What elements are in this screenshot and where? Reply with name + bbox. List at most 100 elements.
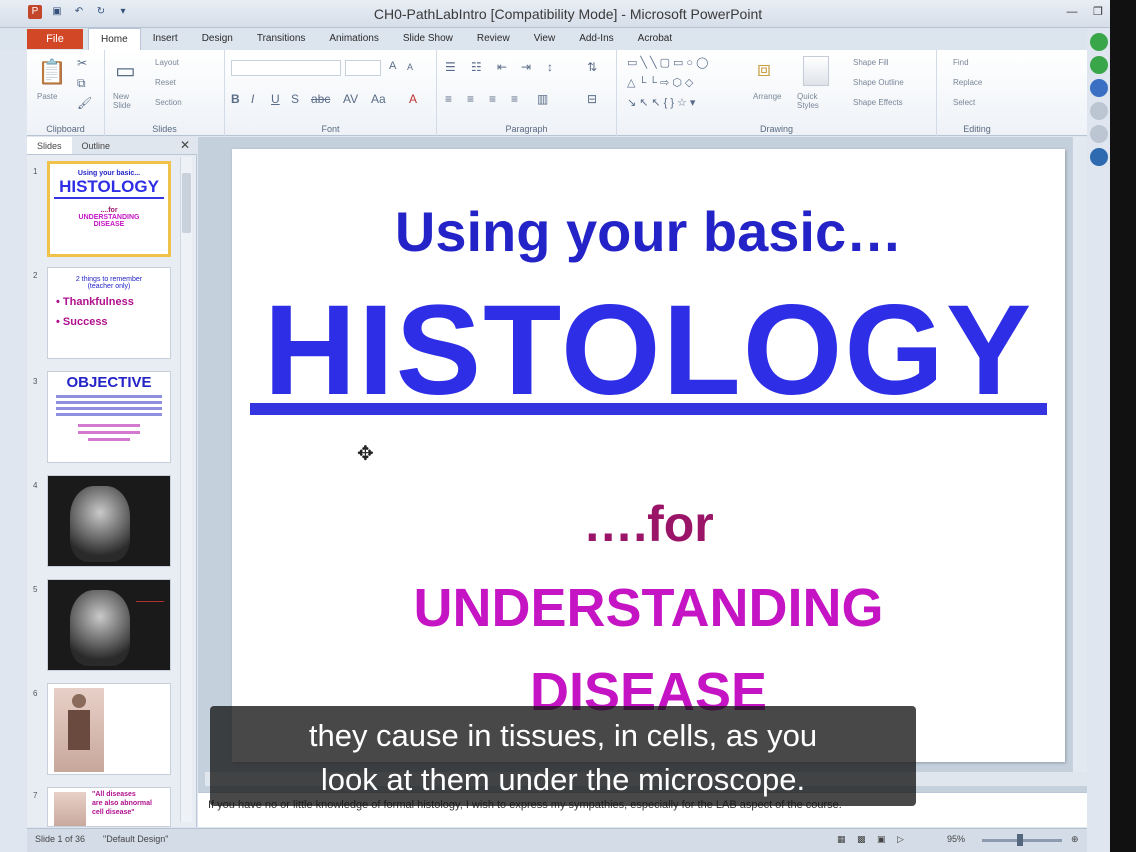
slide-text-understanding[interactable]: UNDERSTANDING [232, 577, 1065, 639]
slide-title[interactable]: HISTOLOGY [232, 277, 1065, 424]
thumb-text: "All diseases [92, 791, 136, 798]
tab-acrobat[interactable]: Acrobat [626, 28, 684, 50]
section-button[interactable]: Section [155, 98, 182, 107]
tab-outline[interactable]: Outline [72, 137, 121, 154]
bold-icon[interactable]: B [231, 92, 240, 106]
select-button[interactable]: Select [953, 98, 975, 107]
justify-icon[interactable]: ≡ [511, 92, 518, 106]
slide-vertical-scrollbar[interactable] [1072, 137, 1087, 772]
shadow-icon[interactable]: S [291, 92, 299, 106]
arrange-icon[interactable]: ⧈ [757, 56, 771, 82]
green-app-icon-2[interactable] [1089, 56, 1108, 74]
theme-name: "Default Design" [103, 834, 169, 844]
ribbon-tab-bar: File Home Insert Design Transitions Anim… [0, 28, 1136, 50]
replace-button[interactable]: Replace [953, 78, 982, 87]
tab-add-ins[interactable]: Add-Ins [567, 28, 625, 50]
shape-outline-button[interactable]: Shape Outline [853, 78, 904, 87]
normal-view-icon[interactable]: ▦ [837, 834, 846, 845]
quick-styles-button[interactable]: Quick Styles [797, 92, 837, 110]
new-slide-icon[interactable]: ▭ [115, 58, 136, 84]
character-spacing-icon[interactable]: AV [343, 92, 358, 106]
reading-view-icon[interactable]: ▣ [877, 834, 886, 845]
thumb-text: 2 things to remember [75, 276, 143, 283]
grow-font-icon[interactable]: A [389, 60, 396, 72]
slide-sorter-icon[interactable]: ▩ [857, 834, 866, 845]
shapes-gallery-icon[interactable]: ▭╲╲▢▭○◯ [627, 56, 711, 69]
quick-styles-icon[interactable] [803, 56, 829, 86]
thumb-text: are also abnormal [92, 800, 152, 807]
fit-slide-icon[interactable]: ⊕ [1071, 834, 1079, 845]
grey-app-icon[interactable] [1089, 102, 1108, 120]
cut-icon[interactable]: ✂ [77, 56, 87, 70]
paste-icon[interactable]: 📋 [37, 58, 67, 87]
tab-view[interactable]: View [522, 28, 568, 50]
slide-thumbnail-4[interactable] [47, 475, 171, 567]
font-size-box[interactable] [345, 60, 381, 76]
thumb-text: HISTOLOGY [54, 177, 164, 199]
strikethrough-icon[interactable]: abc [311, 92, 330, 106]
tab-insert[interactable]: Insert [141, 28, 190, 50]
grey-app-icon-2[interactable] [1089, 125, 1108, 143]
reset-button[interactable]: Reset [155, 78, 176, 87]
shape-effects-button[interactable]: Shape Effects [853, 98, 903, 107]
layout-button[interactable]: Layout [155, 58, 179, 67]
underline-icon[interactable]: U [271, 92, 280, 106]
close-icon[interactable]: ✕ [180, 138, 190, 152]
scrollbar-thumb[interactable] [182, 173, 191, 233]
line-spacing-icon[interactable]: ↕ [547, 60, 553, 74]
align-left-icon[interactable]: ≡ [445, 92, 452, 106]
find-button[interactable]: Find [953, 58, 969, 67]
text-direction-icon[interactable]: ⇅ [587, 60, 597, 74]
minimize-icon[interactable]: — [1064, 4, 1080, 20]
tab-animations[interactable]: Animations [317, 28, 390, 50]
align-text-icon[interactable]: ⊟ [587, 92, 597, 106]
shape-fill-button[interactable]: Shape Fill [853, 58, 889, 67]
change-case-icon[interactable]: Aa [371, 92, 386, 106]
slide-thumbnail-1[interactable]: Using your basic... HISTOLOGY ....for UN… [47, 161, 171, 257]
blue-app-icon[interactable] [1089, 79, 1108, 97]
columns-icon[interactable]: ▥ [537, 92, 548, 106]
paste-button[interactable]: Paste [37, 92, 57, 101]
italic-icon[interactable]: I [251, 92, 254, 106]
group-label-drawing: Drawing [759, 124, 793, 134]
tab-file[interactable]: File [27, 29, 83, 49]
thumb-number: 4 [33, 481, 38, 490]
shapes-gallery-row3-icon[interactable]: ↘↖↖{}☆▾ [627, 96, 698, 109]
decrease-indent-icon[interactable]: ⇤ [497, 60, 507, 74]
align-right-icon[interactable]: ≡ [489, 92, 496, 106]
arrange-button[interactable]: Arrange [753, 92, 781, 101]
tab-design[interactable]: Design [190, 28, 245, 50]
zoom-slider-knob[interactable] [1017, 834, 1023, 846]
tab-transitions[interactable]: Transitions [245, 28, 318, 50]
new-slide-button[interactable]: New Slide [113, 92, 147, 110]
font-color-icon[interactable]: A [409, 92, 417, 106]
shrink-font-icon[interactable]: A [407, 62, 413, 72]
thumb-text-line [56, 413, 162, 416]
tab-home[interactable]: Home [88, 28, 141, 50]
slide-thumbnail-7[interactable]: "All diseases are also abnormal cell dis… [47, 787, 171, 827]
tab-slides[interactable]: Slides [27, 137, 72, 154]
slide-subtitle[interactable]: Using your basic… [232, 199, 1065, 264]
copy-icon[interactable]: ⧉ [77, 76, 86, 91]
slide-thumbnail-5[interactable] [47, 579, 171, 671]
restore-icon[interactable]: ❐ [1090, 4, 1106, 20]
numbering-icon[interactable]: ☷ [471, 60, 482, 74]
tab-slide-show[interactable]: Slide Show [391, 28, 465, 50]
globe-icon[interactable] [1089, 148, 1108, 166]
tab-review[interactable]: Review [465, 28, 522, 50]
slide[interactable]: Using your basic… HISTOLOGY ….for UNDERS… [232, 149, 1065, 762]
zoom-level[interactable]: 95% [947, 834, 965, 844]
align-center-icon[interactable]: ≡ [467, 92, 474, 106]
font-name-box[interactable] [231, 60, 341, 76]
slide-thumbnail-6[interactable] [47, 683, 171, 775]
format-painter-icon[interactable]: 🖌 [77, 96, 92, 110]
thumbnail-scrollbar[interactable] [180, 157, 192, 822]
green-app-icon[interactable] [1089, 33, 1108, 51]
slide-thumbnail-2[interactable]: 2 things to remember (teacher only) • Th… [47, 267, 171, 359]
shapes-gallery-row2-icon[interactable]: △└└⇨⬡◇ [627, 76, 696, 89]
bullets-icon[interactable]: ☰ [445, 60, 456, 74]
slide-thumbnail-3[interactable]: OBJECTIVE [47, 371, 171, 463]
slide-text-for[interactable]: ….for [232, 495, 1065, 553]
increase-indent-icon[interactable]: ⇥ [521, 60, 531, 74]
slideshow-icon[interactable]: ▷ [897, 834, 904, 845]
